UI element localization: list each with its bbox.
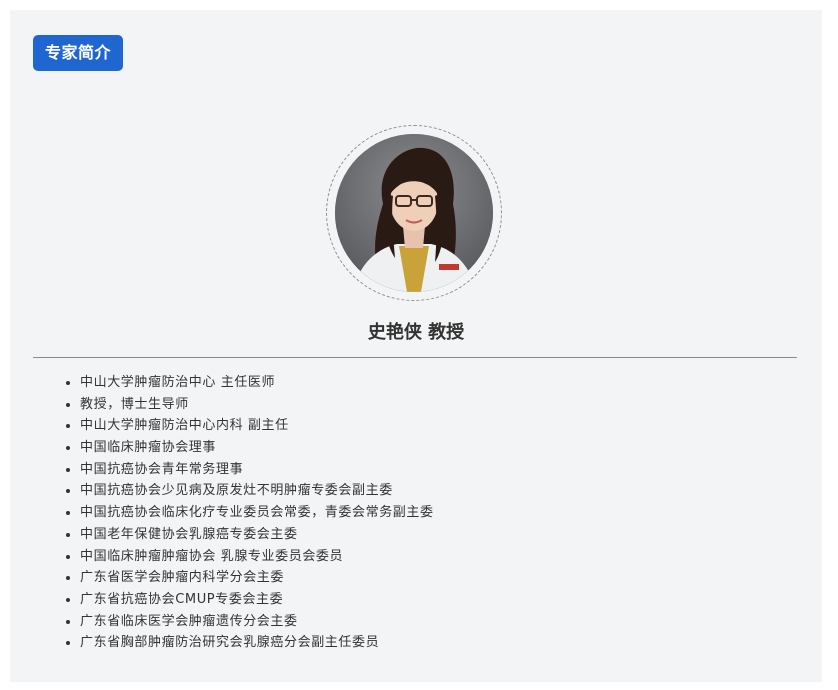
list-item: 中山大学肿瘤防治中心内科 副主任	[80, 415, 434, 437]
avatar	[335, 134, 493, 292]
list-item: 广东省临床医学会肿瘤遗传分会主委	[80, 611, 434, 633]
list-item: 中国老年保健协会乳腺癌专委会主委	[80, 524, 434, 546]
list-item: 中国抗癌协会少见病及原发灶不明肿瘤专委会副主委	[80, 480, 434, 502]
list-item: 中国临床肿瘤协会理事	[80, 437, 434, 459]
list-item: 广东省抗癌协会CMUP专委会主委	[80, 589, 434, 611]
expert-name: 史艳侠 教授	[367, 322, 465, 343]
list-item: 教授，博士生导师	[80, 394, 434, 416]
avatar-frame	[326, 125, 502, 301]
list-item: 中山大学肿瘤防治中心 主任医师	[80, 372, 434, 394]
expert-profile-card: 专家简介 史艳侠 教授 • 中山大学肿瘤防治中心 主任医师 • 教授，博士生导师…	[10, 10, 822, 682]
list-item: 中国临床肿瘤肿瘤协会 乳腺专业委员会委员	[80, 546, 434, 568]
titles-list: 中山大学肿瘤防治中心 主任医师 教授，博士生导师 中山大学肿瘤防治中心内科 副主…	[60, 372, 434, 654]
section-title-badge: 专家简介	[33, 35, 124, 71]
list-item: 广东省胸部肿瘤防治研究会乳腺癌分会副主任委员	[80, 632, 434, 654]
list-item: 中国抗癌协会临床化疗专业委员会常委，青委会常务副主委	[80, 502, 434, 524]
list-item: 广东省医学会肿瘤内科学分会主委	[80, 567, 434, 589]
list-item: 中国抗癌协会青年常务理事	[80, 459, 434, 481]
doctor-portrait-icon	[335, 134, 493, 292]
divider	[33, 357, 797, 358]
